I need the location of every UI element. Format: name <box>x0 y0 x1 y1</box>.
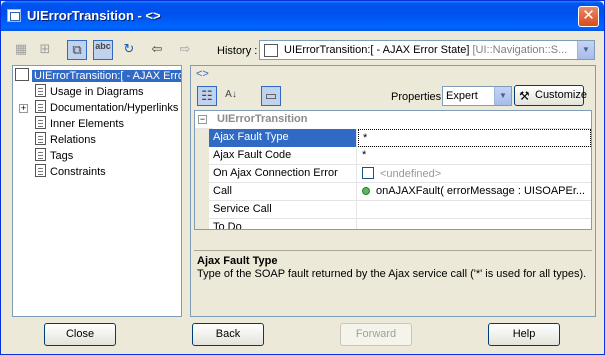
property-name: Service Call <box>209 201 357 219</box>
property-group[interactable]: − UIErrorTransition <box>195 111 591 129</box>
description-title: Ajax Fault Type <box>197 255 278 267</box>
collapse-icon[interactable]: − <box>198 115 207 124</box>
property-name: Ajax Fault Type <box>209 129 357 147</box>
page-icon <box>35 164 46 177</box>
window-title: UIErrorTransition - <> <box>27 8 161 23</box>
grid-view-icon[interactable]: ▦ <box>11 40 31 60</box>
page-icon <box>35 148 46 161</box>
main-toolbar: ▦ ⊞ ⧉ abc ↻ ⇦ ⇨ History : UIErrorTransit… <box>5 37 601 63</box>
tree-item-relations[interactable]: Relations <box>35 132 96 148</box>
forward-button[interactable]: Forward <box>340 323 412 346</box>
tree-item-label: Usage in Diagrams <box>50 86 144 98</box>
close-window-button[interactable]: ✕ <box>578 6 599 27</box>
property-row-to-do[interactable]: To Do <box>195 219 591 229</box>
tree-item-documentation[interactable]: + Documentation/Hyperlinks <box>13 100 181 116</box>
tree-item-label: Documentation/Hyperlinks <box>50 102 179 114</box>
expand-icon[interactable]: + <box>19 104 28 113</box>
customize-button[interactable]: ⚒ Customize <box>514 85 587 106</box>
categorized-view-icon[interactable]: ☷ <box>197 86 217 106</box>
property-value[interactable] <box>358 201 591 219</box>
spell-check-icon[interactable]: abc <box>93 40 113 60</box>
tree-item-constraints[interactable]: Constraints <box>35 164 106 180</box>
sort-alpha-icon[interactable]: A↓ <box>221 86 241 106</box>
chevron-down-icon[interactable]: ▼ <box>494 87 511 105</box>
history-label: History : <box>217 45 258 57</box>
property-value-cell[interactable]: <undefined> <box>358 165 591 183</box>
property-name: On Ajax Connection Error <box>209 165 357 183</box>
back-button[interactable]: Back <box>192 323 264 346</box>
tree-item-inner-elements[interactable]: Inner Elements <box>35 116 124 132</box>
property-value: <undefined> <box>380 168 442 180</box>
page-icon <box>35 116 46 129</box>
property-value[interactable] <box>358 219 591 229</box>
breadcrumb[interactable]: <> <box>196 68 209 80</box>
properties-mode-label: Properties: <box>391 91 445 103</box>
property-row-service-call[interactable]: Service Call <box>195 201 591 219</box>
refresh-icon[interactable]: ↻ <box>119 40 139 60</box>
page-icon <box>35 100 46 113</box>
history-combo[interactable]: UIErrorTransition:[ - AJAX Error State] … <box>259 40 595 60</box>
property-row-call[interactable]: Call onAJAXFault( errorMessage : UISOAPE… <box>195 183 591 201</box>
property-value-cell[interactable]: onAJAXFault( errorMessage : UISOAPEr... <box>358 183 591 201</box>
property-row-ajax-fault-type[interactable]: Ajax Fault Type * <box>195 129 591 147</box>
properties-toolbar: ☷ A↓ ▭ Properties: Expert ▼ ⚒ Customize <box>191 84 595 108</box>
properties-mode-select[interactable]: Expert ▼ <box>442 86 512 106</box>
property-name: Call <box>209 183 357 201</box>
help-button[interactable]: Help <box>488 323 560 346</box>
connection-error-checkbox[interactable] <box>362 167 374 179</box>
properties-panel: <> ☷ A↓ ▭ Properties: Expert ▼ ⚒ Customi… <box>190 65 596 317</box>
forward-arrow-icon[interactable]: ⇨ <box>175 40 195 60</box>
title-bar[interactable]: UIErrorTransition - <> ✕ <box>1 1 604 31</box>
page-icon <box>35 84 46 97</box>
group-label: UIErrorTransition <box>213 111 513 129</box>
dialog-window: UIErrorTransition - <> ✕ ▦ ⊞ ⧉ abc ↻ ⇦ ⇨… <box>0 0 605 355</box>
window-icon <box>7 9 21 22</box>
back-arrow-icon[interactable]: ⇦ <box>147 40 167 60</box>
close-button[interactable]: Close <box>44 323 116 346</box>
property-row-on-ajax-connection-error[interactable]: On Ajax Connection Error <undefined> <box>195 165 591 183</box>
property-row-ajax-fault-code[interactable]: Ajax Fault Code * <box>195 147 591 165</box>
description-text: Type of the SOAP fault returned by the A… <box>197 268 587 280</box>
tools-icon: ⚒ <box>519 89 530 103</box>
tree-item-label: Inner Elements <box>50 118 124 130</box>
tree-item-label: Constraints <box>50 166 106 178</box>
tree-item-tags[interactable]: Tags <box>35 148 73 164</box>
operation-icon <box>362 187 370 195</box>
element-icon <box>15 68 29 81</box>
property-name: Ajax Fault Code <box>209 147 357 165</box>
hierarchy-icon[interactable]: ⊞ <box>35 40 55 60</box>
property-name: To Do <box>209 219 357 229</box>
properties-mode-value: Expert <box>446 90 478 102</box>
history-value: UIErrorTransition:[ - AJAX Error State] <box>284 44 470 56</box>
properties-grid: − UIErrorTransition Ajax Fault Type * Aj… <box>194 110 592 230</box>
tree-item-label: Relations <box>50 134 96 146</box>
tree-root-label: UIErrorTransition:[ - AJAX Erro <box>32 70 181 82</box>
chevron-down-icon[interactable]: ▼ <box>577 41 594 59</box>
history-value-path: [UI::Navigation::S... <box>469 44 568 56</box>
customize-label: Customize <box>535 89 587 101</box>
description-toggle-icon[interactable]: ▭ <box>261 86 281 106</box>
tree-item-usage[interactable]: Usage in Diagrams <box>35 84 144 100</box>
element-icon <box>264 44 278 57</box>
element-tree: UIErrorTransition:[ - AJAX Erro Usage in… <box>12 65 182 317</box>
tree-root[interactable]: UIErrorTransition:[ - AJAX Erro <box>15 68 181 84</box>
page-icon <box>35 132 46 145</box>
tree-item-label: Tags <box>50 150 74 162</box>
property-value: onAJAXFault( errorMessage : UISOAPEr... <box>376 185 586 197</box>
property-value[interactable]: * <box>358 129 591 147</box>
property-value[interactable]: * <box>358 147 591 165</box>
copy-view-icon[interactable]: ⧉ <box>67 40 87 60</box>
description-pane: Ajax Fault Type Type of the SOAP fault r… <box>194 250 592 314</box>
